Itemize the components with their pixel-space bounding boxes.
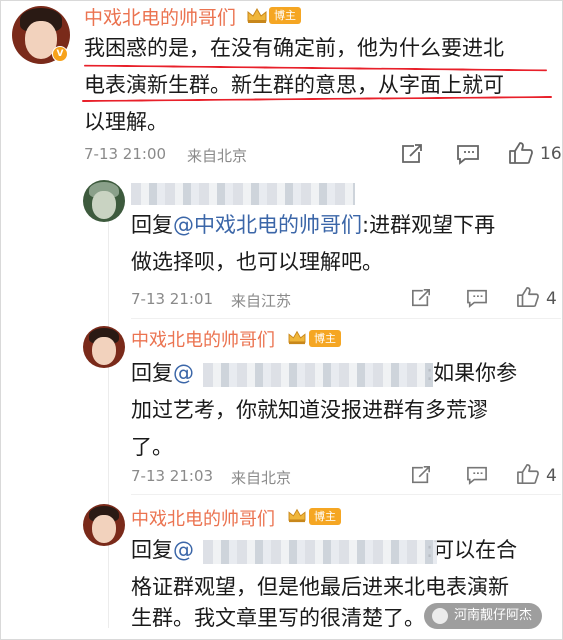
reply-2-time: 7-13 21:03: [131, 467, 214, 485]
crown-icon: [288, 508, 306, 523]
reply-1-location: 来自江苏: [231, 292, 292, 310]
reply-2-like-count: 4: [546, 466, 557, 486]
reply-1-mention[interactable]: @中戏北电的帅哥们: [173, 213, 362, 237]
reply-1-like-count: 4: [546, 289, 557, 309]
reply-1-text-1: :进群观望下再: [362, 213, 496, 237]
reply-1-line-2: 做选择呗，也可以理解吧。: [131, 250, 383, 274]
reply-2-like-icon[interactable]: [516, 463, 540, 485]
source-watermark: 河南靓仔阿杰: [424, 603, 543, 629]
reply-3-line-3: 生群。我文章里写的很清楚了。: [131, 606, 425, 630]
crown-icon: [247, 7, 267, 23]
main-comment-line-1: 我困惑的是，在没有确定前，他为什么要进北: [84, 36, 504, 60]
like-icon[interactable]: [508, 141, 534, 165]
reply-3-avatar[interactable]: [83, 504, 125, 546]
reply-2-mention-masked: [203, 363, 433, 387]
reply-1-username-masked: [131, 183, 355, 205]
reply-3-text-1: :可以在合: [426, 538, 518, 562]
main-username[interactable]: 中戏北电的帅哥们: [84, 3, 236, 30]
reply-3-username[interactable]: 中戏北电的帅哥们: [131, 505, 275, 531]
reply-1-prefix: 回复: [131, 213, 173, 237]
reply-2-mention[interactable]: @: [173, 361, 194, 385]
main-comment-location: 来自北京: [187, 147, 248, 165]
watermark-text: 河南靓仔阿杰: [454, 608, 533, 623]
reply-1-avatar[interactable]: [83, 180, 125, 222]
reply-2-location: 来自北京: [231, 469, 292, 487]
reply-3-mention-masked: [203, 540, 437, 564]
reply-1-time: 7-13 21:01: [131, 290, 214, 308]
reply-3-mention[interactable]: @: [173, 538, 194, 562]
verified-icon: V: [52, 46, 68, 62]
reply-2-line-3: 了。: [131, 435, 173, 459]
reply-2-text-1: :如果你参: [426, 361, 518, 385]
reply-2-line-2: 加过艺考，你就知道没报进群有多荒谬: [131, 398, 488, 422]
reply-2-avatar[interactable]: [83, 326, 125, 368]
divider: [131, 318, 561, 319]
reply-2-comment-icon[interactable]: [466, 465, 488, 485]
divider: [131, 494, 561, 495]
share-icon[interactable]: [400, 143, 424, 165]
reply-2-badge: 博主: [309, 330, 341, 347]
blogger-badge: 博主: [269, 7, 301, 24]
crown-icon: [288, 330, 306, 345]
comment-icon[interactable]: [456, 143, 480, 165]
main-comment-line-3: 以理解。: [84, 110, 168, 134]
reply-3-badge: 博主: [309, 508, 341, 525]
reply-1-comment-icon[interactable]: [466, 288, 488, 308]
reply-1-share-icon[interactable]: [410, 288, 432, 308]
reply-3-prefix: 回复: [131, 538, 173, 562]
reply-thread-line: [108, 180, 109, 628]
reply-1-line-1: 回复@中戏北电的帅哥们:进群观望下再: [131, 207, 495, 244]
reply-1-like-icon[interactable]: [516, 286, 540, 308]
watermark-logo-icon: [432, 608, 448, 624]
main-like-count: 16: [540, 144, 562, 164]
reply-2-share-icon[interactable]: [410, 465, 432, 485]
main-comment-time: 7-13 21:00: [84, 145, 167, 163]
reply-2-username[interactable]: 中戏北电的帅哥们: [131, 326, 275, 352]
reply-2-prefix: 回复: [131, 361, 173, 385]
